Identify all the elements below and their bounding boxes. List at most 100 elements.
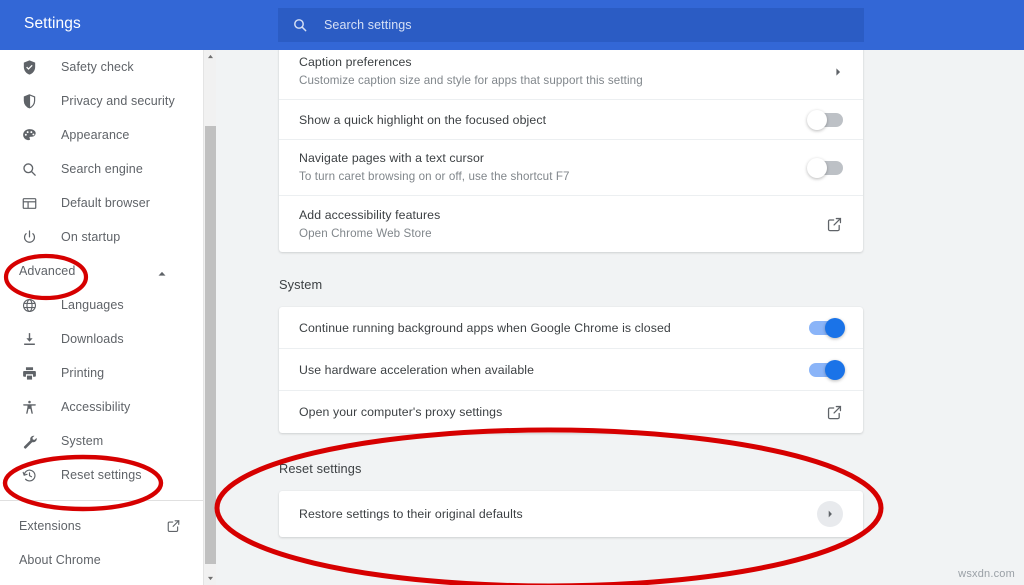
chrome-settings-window: Settings Search settings Safety check xyxy=(0,0,1024,585)
sidebar-item-reset-settings[interactable]: Reset settings xyxy=(0,458,203,492)
sidebar-item-label: System xyxy=(61,434,103,448)
section-heading-system: System xyxy=(279,277,322,292)
toggle-knob xyxy=(825,360,845,380)
row-background-apps[interactable]: Continue running background apps when Go… xyxy=(279,307,863,349)
external-link-icon[interactable] xyxy=(826,216,843,233)
printer-icon xyxy=(19,363,39,383)
sidebar-item-label: Privacy and security xyxy=(61,94,175,108)
sidebar-item-label: Safety check xyxy=(61,60,134,74)
reset-settings-card: Restore settings to their original defau… xyxy=(279,491,863,537)
toggle-knob xyxy=(807,110,827,130)
search-input-placeholder[interactable]: Search settings xyxy=(324,18,412,32)
sidebar-item-label: Languages xyxy=(61,298,124,312)
toggle-knob xyxy=(825,318,845,338)
row-text: Show a quick highlight on the focused ob… xyxy=(299,112,809,128)
sidebar-item-extensions[interactable]: Extensions xyxy=(0,509,203,543)
row-title: Use hardware acceleration when available xyxy=(299,362,809,378)
sidebar-item-label: Printing xyxy=(61,366,104,380)
sidebar-item-advanced[interactable]: Advanced xyxy=(0,254,203,288)
settings-header-bar: Settings Search settings xyxy=(0,0,1024,50)
section-heading-reset-settings: Reset settings xyxy=(279,461,362,476)
row-text: Navigate pages with a text cursor To tur… xyxy=(299,150,809,185)
sidebar-item-label: Extensions xyxy=(19,519,81,533)
chevron-up-icon[interactable] xyxy=(157,266,167,276)
globe-icon xyxy=(19,295,39,315)
chevron-right-icon[interactable] xyxy=(833,66,843,78)
search-settings-box[interactable]: Search settings xyxy=(278,8,864,42)
scroll-up-arrow-icon[interactable] xyxy=(204,50,216,63)
row-title: Navigate pages with a text cursor xyxy=(299,150,809,166)
sidebar-item-label: On startup xyxy=(61,230,120,244)
sidebar-item-label: Advanced xyxy=(19,264,75,278)
sidebar-item-system[interactable]: System xyxy=(0,424,203,458)
sidebar-scrollbar[interactable] xyxy=(203,50,216,585)
row-subtitle: Open Chrome Web Store xyxy=(299,226,826,242)
power-icon xyxy=(19,227,39,247)
row-quick-highlight[interactable]: Show a quick highlight on the focused ob… xyxy=(279,100,863,140)
sidebar-item-search-engine[interactable]: Search engine xyxy=(0,152,203,186)
toggle-knob xyxy=(807,158,827,178)
row-text: Caption preferences Customize caption si… xyxy=(299,54,833,89)
accessibility-card: Caption preferences Customize caption si… xyxy=(279,50,863,252)
row-text: Restore settings to their original defau… xyxy=(299,506,817,522)
shield-icon xyxy=(19,91,39,111)
accessibility-person-icon xyxy=(19,397,39,417)
sidebar-item-appearance[interactable]: Appearance xyxy=(0,118,203,152)
toggle-quick-highlight[interactable] xyxy=(809,113,843,127)
sidebar-divider xyxy=(0,500,203,501)
sidebar-item-default-browser[interactable]: Default browser xyxy=(0,186,203,220)
row-text: Add accessibility features Open Chrome W… xyxy=(299,207,826,242)
sidebar-item-label: Accessibility xyxy=(61,400,130,414)
magnifier-icon xyxy=(19,159,39,179)
download-icon xyxy=(19,329,39,349)
history-restore-icon xyxy=(19,465,39,485)
sidebar-item-label: Default browser xyxy=(61,196,150,210)
row-subtitle: To turn caret browsing on or off, use th… xyxy=(299,169,809,185)
circle-chevron-right-button[interactable] xyxy=(817,501,843,527)
external-link-icon[interactable] xyxy=(826,404,843,421)
scrollbar-thumb[interactable] xyxy=(205,126,216,564)
sidebar-item-label: About Chrome xyxy=(19,553,101,567)
shield-check-icon xyxy=(19,57,39,77)
sidebar-item-about-chrome[interactable]: About Chrome xyxy=(0,543,203,577)
sidebar-item-downloads[interactable]: Downloads xyxy=(0,322,203,356)
row-hardware-acceleration[interactable]: Use hardware acceleration when available xyxy=(279,349,863,391)
row-text: Continue running background apps when Go… xyxy=(299,320,809,336)
toggle-background-apps[interactable] xyxy=(809,321,843,335)
search-icon xyxy=(292,17,308,33)
palette-icon xyxy=(19,125,39,145)
toggle-hardware-acceleration[interactable] xyxy=(809,363,843,377)
row-caption-preferences[interactable]: Caption preferences Customize caption si… xyxy=(279,50,863,100)
sidebar-item-label: Downloads xyxy=(61,332,124,346)
wrench-icon xyxy=(19,431,39,451)
row-title: Open your computer's proxy settings xyxy=(299,404,826,420)
sidebar-item-languages[interactable]: Languages xyxy=(0,288,203,322)
toggle-text-cursor[interactable] xyxy=(809,161,843,175)
row-text: Open your computer's proxy settings xyxy=(299,404,826,420)
scroll-down-arrow-icon[interactable] xyxy=(204,572,216,585)
row-restore-defaults[interactable]: Restore settings to their original defau… xyxy=(279,491,863,537)
settings-sidebar: Safety check Privacy and security Appear… xyxy=(0,50,203,585)
page-title: Settings xyxy=(24,15,81,33)
sidebar-item-accessibility[interactable]: Accessibility xyxy=(0,390,203,424)
sidebar-item-label: Reset settings xyxy=(61,468,142,482)
settings-main-content: Caption preferences Customize caption si… xyxy=(217,50,1024,585)
sidebar-item-label: Search engine xyxy=(61,162,143,176)
row-title: Caption preferences xyxy=(299,54,833,70)
watermark: wsxdn.com xyxy=(958,568,1015,580)
sidebar-item-printing[interactable]: Printing xyxy=(0,356,203,390)
row-navigate-with-text-cursor[interactable]: Navigate pages with a text cursor To tur… xyxy=(279,140,863,196)
sidebar-item-on-startup[interactable]: On startup xyxy=(0,220,203,254)
external-link-icon[interactable] xyxy=(166,519,181,534)
sidebar-item-label: Appearance xyxy=(61,128,129,142)
sidebar-item-privacy-and-security[interactable]: Privacy and security xyxy=(0,84,203,118)
row-text: Use hardware acceleration when available xyxy=(299,362,809,378)
row-title: Add accessibility features xyxy=(299,207,826,223)
sidebar-item-safety-check[interactable]: Safety check xyxy=(0,50,203,84)
row-add-accessibility-features[interactable]: Add accessibility features Open Chrome W… xyxy=(279,196,863,252)
row-subtitle: Customize caption size and style for app… xyxy=(299,73,833,89)
system-card: Continue running background apps when Go… xyxy=(279,307,863,433)
row-proxy-settings[interactable]: Open your computer's proxy settings xyxy=(279,391,863,433)
row-title: Show a quick highlight on the focused ob… xyxy=(299,112,809,128)
row-title: Restore settings to their original defau… xyxy=(299,506,817,522)
